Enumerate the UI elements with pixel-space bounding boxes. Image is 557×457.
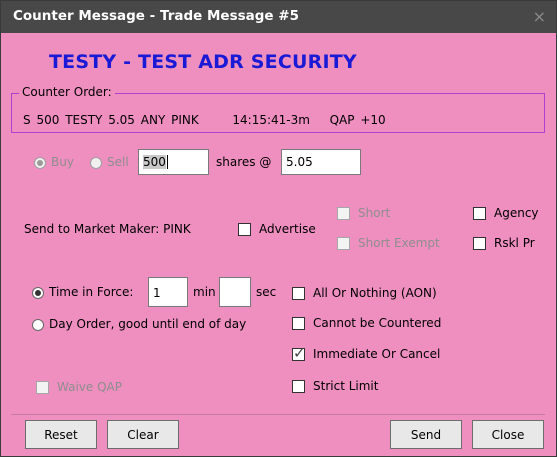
footer-divider [11,414,545,415]
waive-qap-label: Waive QAP [57,380,122,394]
order-mm: PINK [171,113,199,127]
advertise-checkbox[interactable] [238,223,251,236]
time-in-force-radio[interactable] [32,287,44,299]
tif-seconds-input[interactable] [219,277,251,307]
day-order-label: Day Order, good until end of day [49,317,247,331]
sell-radio[interactable] [90,157,102,169]
agency-label: Agency [494,206,539,220]
counter-order-line: S 500 TESTY 5.05 ANY PINK 14:15:41-3m QA… [23,113,386,127]
order-time: 14:15:41-3m [232,113,310,127]
close-button[interactable]: Close [472,420,544,449]
buy-label: Buy [51,155,74,169]
ioc-label: Immediate Or Cancel [313,347,441,361]
short-exempt-label: Short Exempt [358,236,440,250]
order-side: S [23,113,31,127]
price-input[interactable]: 5.05 [281,149,361,175]
time-in-force-label: Time in Force: [49,285,134,299]
waive-qap-checkbox[interactable] [36,381,49,394]
send-button[interactable]: Send [390,420,462,449]
reset-button[interactable]: Reset [25,420,97,449]
short-checkbox[interactable] [337,207,350,220]
tif-sec-label: sec [256,285,277,299]
advertise-label: Advertise [259,222,316,236]
shares-input[interactable]: 500 [138,149,209,175]
short-label: Short [358,206,391,220]
cannot-counter-label: Cannot be Countered [313,316,442,330]
counter-message-dialog: Counter Message - Trade Message #5 × TES… [0,0,557,457]
order-symbol: TESTY [65,113,103,127]
shares-value: 500 [143,155,166,169]
rskl-pr-checkbox[interactable] [473,237,486,250]
counter-order-legend: Counter Order: [19,85,115,99]
tif-min-label: min [193,285,216,299]
sell-label: Sell [107,155,129,169]
tif-minutes-input[interactable]: 1 [148,277,188,307]
buy-radio[interactable] [34,157,46,169]
close-icon[interactable]: × [533,7,546,26]
order-condition: ANY [140,113,166,127]
order-qap: QAP +10 [329,113,386,127]
ioc-checkbox[interactable]: ✓ [292,344,306,362]
cannot-counter-checkbox[interactable] [292,317,305,330]
clear-button[interactable]: Clear [107,420,179,449]
aon-label: All Or Nothing (AON) [313,286,437,300]
strict-limit-label: Strict Limit [313,379,379,393]
title-bar: Counter Message - Trade Message #5 × [1,1,556,33]
rskl-pr-label: Rskl Pr [494,236,535,250]
window-title: Counter Message - Trade Message #5 [13,8,299,24]
order-quantity: 500 [36,113,60,127]
strict-limit-checkbox[interactable] [292,380,305,393]
day-order-radio[interactable] [32,319,44,331]
market-maker-label: Send to Market Maker: PINK [24,222,191,236]
shares-at-label: shares @ [216,155,272,169]
short-exempt-checkbox[interactable] [337,237,350,250]
aon-checkbox[interactable] [292,287,305,300]
security-title: TESTY - TEST ADR SECURITY [49,51,357,73]
checkmark-icon: ✓ [293,344,306,362]
order-price: 5.05 [108,113,135,127]
agency-checkbox[interactable] [473,207,486,220]
